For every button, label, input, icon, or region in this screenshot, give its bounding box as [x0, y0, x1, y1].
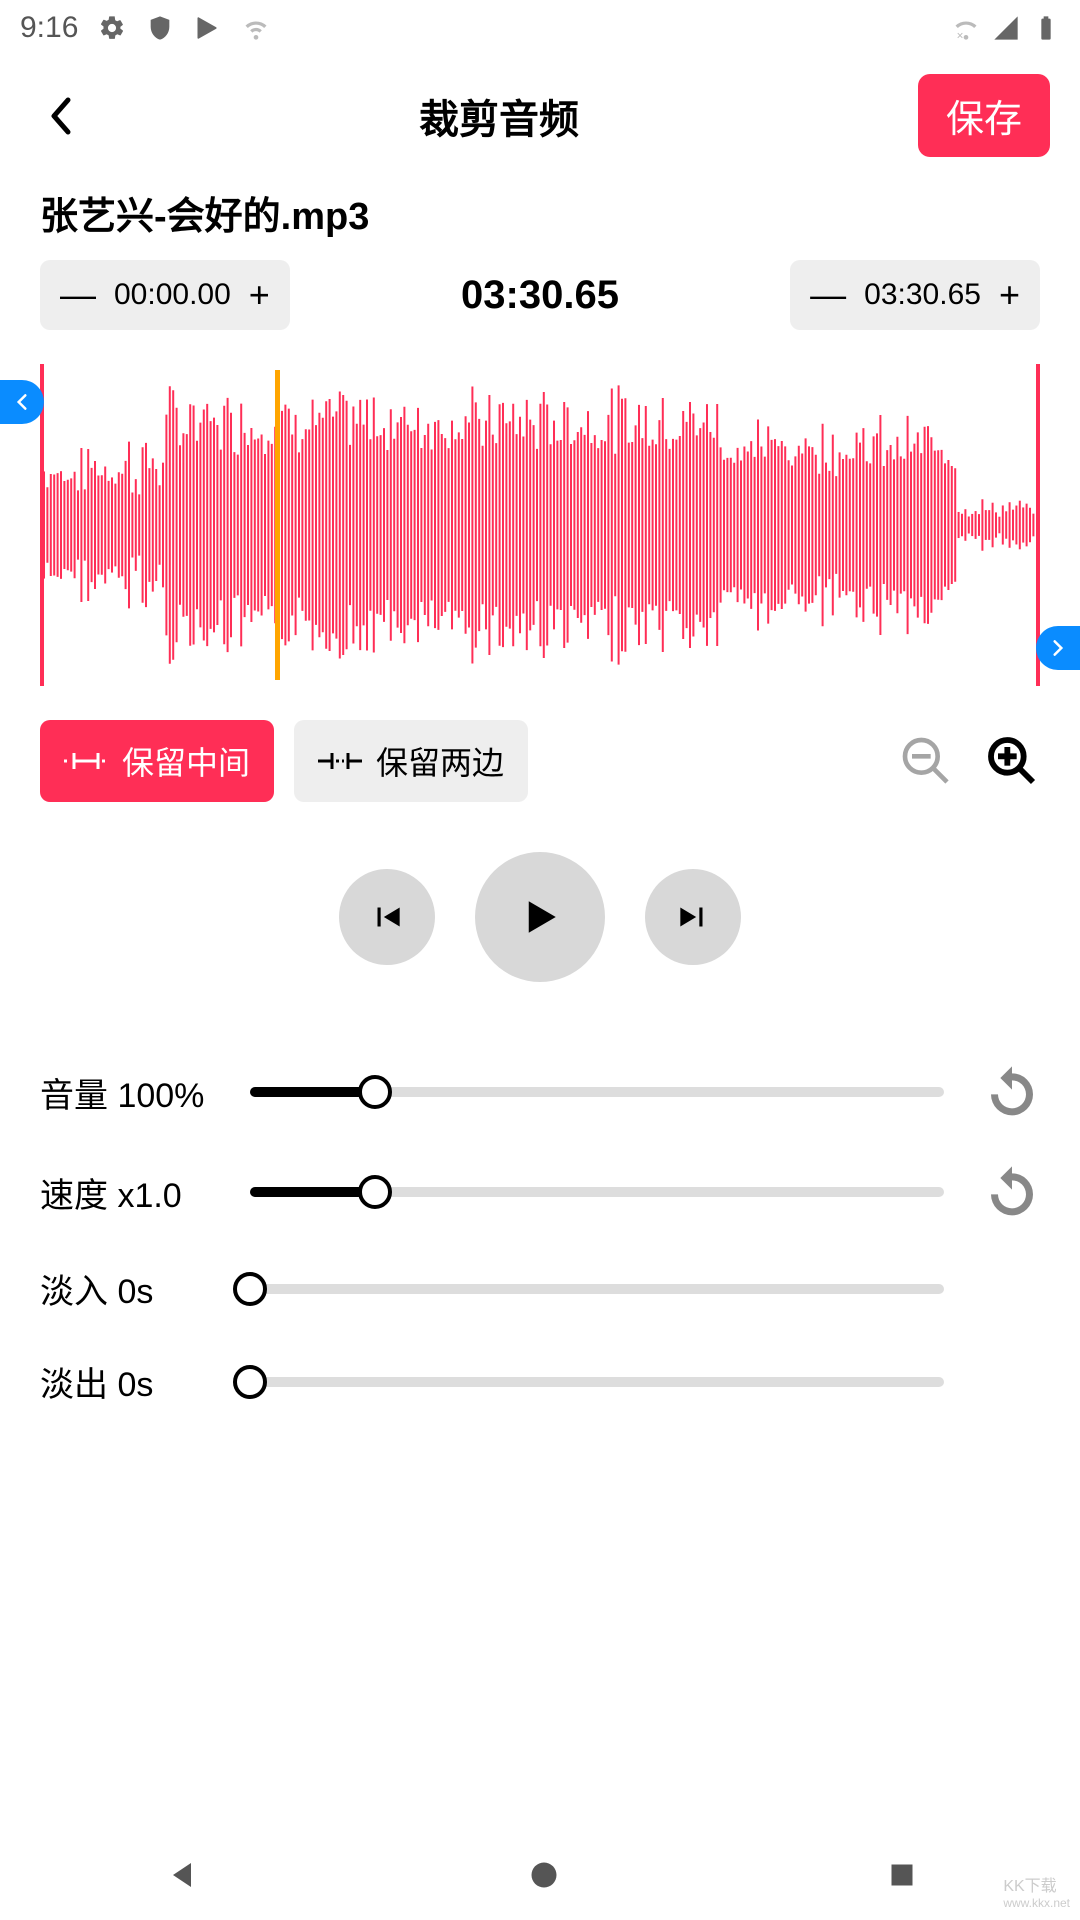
waveform[interactable] — [0, 370, 1080, 680]
volume-row: 音量 100% — [40, 1042, 1040, 1142]
fadeout-label: 淡出 0s — [40, 1357, 240, 1406]
zoom-in-button[interactable] — [984, 733, 1040, 789]
scroll-left-tab[interactable] — [0, 380, 44, 424]
speed-row: 速度 x1.0 — [40, 1142, 1040, 1242]
speed-thumb[interactable] — [358, 1175, 392, 1209]
nav-recent-icon[interactable] — [888, 1861, 916, 1889]
play-button[interactable] — [475, 852, 605, 982]
time-controls: — 00:00.00 + 03:30.65 — 03:30.65 + — [0, 260, 1080, 360]
back-button[interactable] — [40, 96, 80, 136]
keep-middle-label: 保留中间 — [122, 738, 250, 784]
speed-slider[interactable] — [250, 1187, 944, 1197]
sliders-section: 音量 100% 速度 x1.0 淡入 0s 淡出 0s — [0, 1022, 1080, 1428]
svg-text:×: × — [957, 30, 964, 42]
gear-icon — [98, 14, 126, 42]
file-name: 张艺兴-会好的.mp3 — [0, 175, 1080, 260]
wifi-question-icon — [242, 14, 270, 42]
playback-controls — [0, 802, 1080, 1022]
keep-sides-icon — [318, 749, 362, 773]
end-time-control: — 03:30.65 + — [790, 260, 1040, 330]
fadeout-slider[interactable] — [250, 1377, 944, 1387]
keep-sides-button[interactable]: 保留两边 — [294, 720, 528, 802]
nav-back-icon[interactable] — [164, 1857, 200, 1893]
mode-row: 保留中间 保留两边 — [0, 680, 1080, 802]
start-time-control: — 00:00.00 + — [40, 260, 290, 330]
skip-start-button[interactable] — [339, 869, 435, 965]
play-store-icon — [194, 14, 222, 42]
speed-reset-button[interactable] — [984, 1164, 1040, 1220]
save-button[interactable]: 保存 — [918, 74, 1050, 157]
nav-home-icon[interactable] — [529, 1860, 559, 1890]
speed-label: 速度 x1.0 — [40, 1168, 240, 1217]
keep-middle-button[interactable]: 保留中间 — [40, 720, 274, 802]
fadein-row: 淡入 0s — [40, 1242, 1040, 1335]
keep-middle-icon — [64, 749, 108, 773]
volume-reset-button[interactable] — [984, 1064, 1040, 1120]
zoom-out-button[interactable] — [898, 733, 954, 789]
start-time-value: 00:00.00 — [114, 278, 231, 312]
battery-icon — [1032, 14, 1060, 42]
start-minus-button[interactable]: — — [60, 274, 96, 316]
watermark: KK下载 www.kkx.net — [1003, 1872, 1070, 1910]
fadeout-row: 淡出 0s — [40, 1335, 1040, 1428]
skip-end-button[interactable] — [645, 869, 741, 965]
keep-sides-label: 保留两边 — [376, 738, 504, 784]
system-nav-bar — [0, 1830, 1080, 1920]
scroll-right-tab[interactable] — [1036, 626, 1080, 670]
fadeout-thumb[interactable] — [233, 1365, 267, 1399]
end-time-value: 03:30.65 — [864, 278, 981, 312]
fadein-thumb[interactable] — [233, 1272, 267, 1306]
fadein-slider[interactable] — [250, 1284, 944, 1294]
end-minus-button[interactable]: — — [810, 274, 846, 316]
playhead[interactable] — [275, 370, 280, 680]
wifi-off-icon: × — [952, 14, 980, 42]
end-plus-button[interactable]: + — [999, 274, 1020, 316]
volume-slider[interactable] — [250, 1087, 944, 1097]
volume-label: 音量 100% — [40, 1068, 240, 1117]
shield-icon — [146, 14, 174, 42]
page-title: 裁剪音频 — [419, 87, 579, 145]
total-duration: 03:30.65 — [461, 273, 619, 318]
waveform-svg — [0, 370, 1080, 680]
start-plus-button[interactable]: + — [249, 274, 270, 316]
status-time: 9:16 — [20, 11, 78, 45]
header: 裁剪音频 保存 — [0, 56, 1080, 175]
volume-thumb[interactable] — [358, 1075, 392, 1109]
status-bar: 9:16 × — [0, 0, 1080, 56]
signal-icon — [992, 14, 1020, 42]
fadein-label: 淡入 0s — [40, 1264, 240, 1313]
